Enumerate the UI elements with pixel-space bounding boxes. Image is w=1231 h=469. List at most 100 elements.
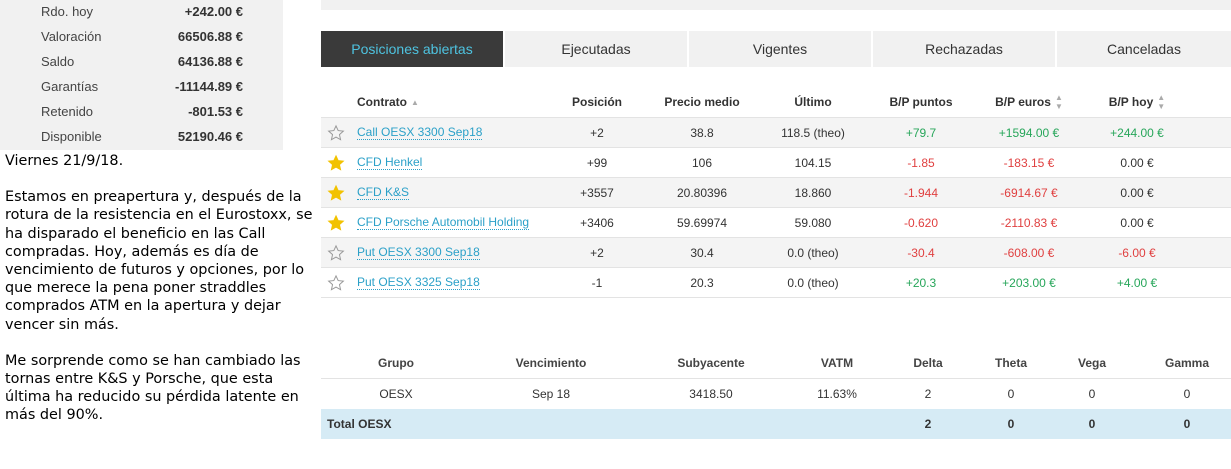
contract-name: Call OESX 3300 Sep18: [357, 125, 483, 140]
summary-row-disponible: Disponible 52190.46 €: [0, 125, 283, 150]
col-header-contrato[interactable]: Contrato ▲: [357, 87, 419, 117]
cell-bph: 0.00 €: [1120, 216, 1154, 230]
cell-pos: +3557: [580, 186, 614, 200]
summary-label: Valoración: [41, 29, 102, 44]
contract-name: CFD Porsche Automobil Holding: [357, 215, 530, 230]
summary-row-garantias: Garantías -11144.89 €: [0, 75, 283, 100]
col-header-bp-hoy[interactable]: B/P hoy ▲ ▼: [1085, 87, 1189, 117]
tab-posiciones-abiertas[interactable]: Posiciones abiertas: [321, 31, 505, 67]
post-paragraph: Estamos en preapertura y, después de la …: [5, 189, 313, 333]
cell-precio: 59.69974: [676, 216, 728, 230]
cell-pos: +3406: [580, 216, 614, 230]
cell-ultimo: 59.080: [794, 216, 832, 230]
cell-bpp: -1.85: [907, 156, 935, 170]
greek-total-row: Total OESX 2 0 0 0: [321, 409, 1231, 439]
summary-value: 64136.88 €: [177, 54, 243, 69]
contract-link[interactable]: CFD Henkel: [357, 148, 423, 178]
contract-link[interactable]: Put OESX 3325 Sep18: [357, 268, 480, 298]
tab-vigentes[interactable]: Vigentes: [689, 31, 873, 67]
table-row[interactable]: Put OESX 3300 Sep18 +2 30.4 0.0 (theo) -30.4…: [321, 237, 1231, 268]
greek-cell: 2: [924, 387, 932, 401]
summary-value: +242.00 €: [184, 4, 243, 19]
star-filled-icon[interactable]: [327, 184, 345, 202]
cell-ultimo: 104.15: [794, 156, 832, 170]
cell-bpp: +79.7: [905, 126, 937, 140]
contract-link[interactable]: CFD Porsche Automobil Holding: [357, 208, 530, 238]
summary-label: Retenido: [41, 104, 94, 119]
cell-bph: +4.00 €: [1116, 276, 1158, 290]
cell-pos: +99: [586, 156, 608, 170]
header-label: B/P euros: [995, 95, 1051, 109]
cell-precio: 106: [691, 156, 713, 170]
cell-bph: -6.00 €: [1118, 246, 1156, 260]
col-header-posicion: Posición: [571, 95, 622, 109]
cell-bpe: +203.00 €: [1002, 276, 1056, 290]
tab-ejecutadas[interactable]: Ejecutadas: [505, 31, 689, 67]
cell-bph: 0.00 €: [1120, 156, 1154, 170]
cell-precio: 20.3: [690, 276, 714, 290]
greek-header-vencimiento: Vencimiento: [515, 356, 587, 370]
cell-ultimo: 18.860: [794, 186, 832, 200]
cell-ultimo: 0.0 (theo): [787, 246, 839, 260]
summary-value: -11144.89 €: [175, 79, 243, 94]
summary-label: Saldo: [41, 54, 75, 69]
summary-label: Disponible: [41, 129, 102, 144]
table-row[interactable]: Put OESX 3325 Sep18 -1 20.3 0.0 (theo) +20.3…: [321, 267, 1231, 298]
greek-total-gamma: 0: [1183, 417, 1191, 431]
orders-tabs: Posiciones abiertas Ejecutadas Vigentes …: [321, 31, 1231, 67]
greek-cell: 0: [1183, 387, 1191, 401]
cell-bpe: +1594.00 €: [998, 126, 1060, 140]
table-row[interactable]: CFD K&S +3557 20.80396 18.860 -1.944 -6914.67…: [321, 177, 1231, 208]
greek-total-vega: 0: [1088, 417, 1096, 431]
cell-bpe: -608.00 €: [1003, 246, 1055, 260]
cell-bpe: -183.15 €: [1003, 156, 1055, 170]
contract-link[interactable]: Call OESX 3300 Sep18: [357, 118, 483, 148]
account-summary: Rdo. hoy +242.00 € Valoración 66506.88 € S…: [0, 0, 283, 150]
summary-row-saldo: Saldo 64136.88 €: [0, 50, 283, 75]
col-header-bp-puntos: B/P puntos: [889, 95, 953, 109]
col-header-bp-euros[interactable]: B/P euros ▲ ▼: [973, 87, 1085, 117]
table-row[interactable]: CFD Porsche Automobil Holding +3406 59.699…: [321, 207, 1231, 238]
greek-cell: 3418.50: [689, 387, 733, 401]
greek-cell: Sep 18: [531, 387, 571, 401]
top-bar: [321, 0, 1231, 10]
contract-link[interactable]: Put OESX 3300 Sep18: [357, 238, 480, 268]
tab-canceladas[interactable]: Canceladas: [1057, 31, 1231, 67]
greek-total-label: Total OESX: [327, 417, 392, 431]
star-outline-icon[interactable]: [327, 124, 345, 142]
table-row[interactable]: CFD Henkel +99 106 104.15 -1.85 -183.15 € 0.00…: [321, 147, 1231, 178]
cell-precio: 20.80396: [676, 186, 728, 200]
summary-row-retenido: Retenido -801.53 €: [0, 100, 283, 125]
tab-rechazadas[interactable]: Rechazadas: [873, 31, 1057, 67]
cell-bpp: -30.4: [907, 246, 935, 260]
cell-ultimo: 118.5 (theo): [781, 126, 845, 140]
table-row[interactable]: Call OESX 3300 Sep18 +2 38.8 118.5 (theo) +7…: [321, 117, 1231, 148]
summary-row-rdo-hoy: Rdo. hoy +242.00 €: [0, 0, 283, 25]
greek-header-vega: Vega: [1077, 356, 1107, 370]
cell-bph: 0.00 €: [1120, 186, 1154, 200]
table-bottom-border: [321, 297, 1231, 298]
cell-bpp: +20.3: [905, 276, 937, 290]
cell-precio: 38.8: [690, 126, 714, 140]
greek-header-grupo: Grupo: [378, 356, 414, 370]
col-header-precio-medio: Precio medio: [664, 95, 740, 109]
star-filled-icon[interactable]: [327, 214, 345, 232]
summary-label: Rdo. hoy: [41, 4, 94, 19]
contract-name: Put OESX 3325 Sep18: [357, 275, 480, 290]
cell-bpe: -2110.83 €: [1000, 216, 1058, 230]
contract-name: CFD K&S: [357, 185, 410, 200]
summary-value: 52190.46 €: [177, 129, 243, 144]
greek-row-oesx: OESX Sep 18 3418.50 11.63% 2 0 0 0: [321, 378, 1231, 409]
cell-pos: +2: [590, 246, 604, 260]
star-filled-icon[interactable]: [327, 154, 345, 172]
blog-post-text: Viernes 21/9/18. Estamos en preapertura …: [5, 152, 320, 443]
header-label: B/P hoy: [1108, 95, 1154, 109]
contract-name: CFD Henkel: [357, 155, 423, 170]
greek-header-theta: Theta: [994, 356, 1027, 370]
greek-cell: OESX: [379, 387, 413, 401]
star-outline-icon[interactable]: [327, 244, 345, 262]
star-outline-icon[interactable]: [327, 274, 345, 292]
greek-header-vatm: VATM: [820, 356, 854, 370]
contract-link[interactable]: CFD K&S: [357, 178, 410, 208]
header-label: Contrato: [357, 95, 407, 109]
